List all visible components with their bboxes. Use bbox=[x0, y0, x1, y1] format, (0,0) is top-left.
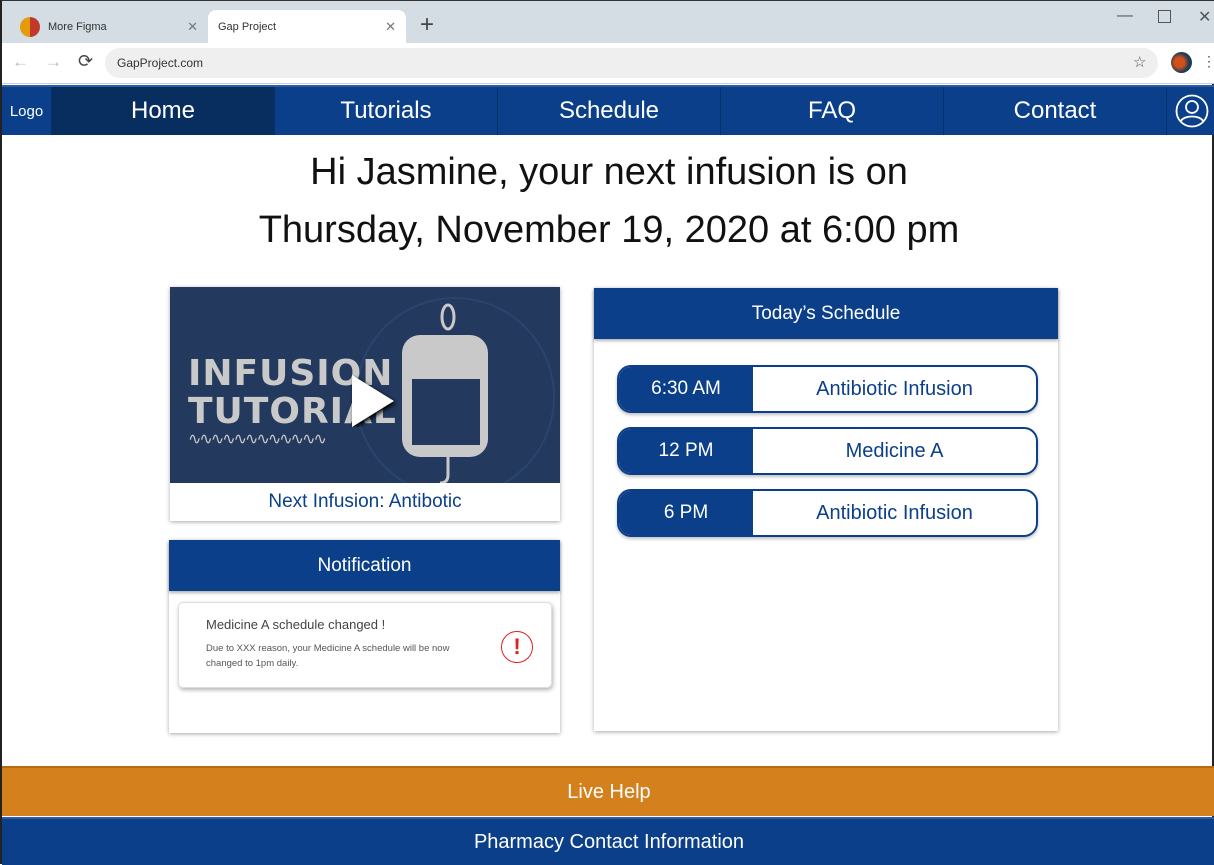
video-card[interactable]: INFUSION TUTORIAL ∿∿∿∿∿∿∿∿∿∿∿∿ Next Infus… bbox=[170, 287, 560, 521]
greeting-line-1: Hi Jasmine, your next infusion is on bbox=[310, 151, 908, 193]
main-nav: Logo Home Tutorials Schedule FAQ Contact bbox=[2, 85, 1214, 135]
notification-item[interactable]: Medicine A schedule changed ! Due to XXX… bbox=[178, 602, 552, 688]
close-tab-icon[interactable]: ✕ bbox=[385, 19, 396, 35]
tab-gap-project[interactable]: Gap Project ✕ bbox=[208, 10, 406, 43]
schedule-name: Antibiotic Infusion bbox=[816, 377, 973, 400]
url-input[interactable]: GapProject.com bbox=[105, 48, 1158, 78]
reload-icon[interactable]: ⟳ bbox=[78, 51, 93, 72]
menu-icon[interactable]: ⋮ bbox=[1202, 53, 1214, 70]
maximize-icon[interactable] bbox=[1158, 10, 1171, 23]
new-tab-icon[interactable]: + bbox=[420, 11, 434, 39]
live-help-button[interactable]: Live Help bbox=[2, 766, 1214, 816]
nav-tutorials[interactable]: Tutorials bbox=[275, 87, 498, 135]
schedule-item[interactable]: 6:30 AM Antibiotic Infusion bbox=[617, 365, 1038, 413]
pharmacy-contact-button[interactable]: Pharmacy Contact Information bbox=[2, 817, 1214, 865]
tab-label: More Figma bbox=[48, 20, 107, 33]
notification-card: Notification Medicine A schedule changed… bbox=[169, 540, 560, 733]
minimize-icon[interactable]: — bbox=[1117, 7, 1133, 25]
schedule-name: Antibiotic Infusion bbox=[816, 501, 973, 524]
back-icon[interactable]: ← bbox=[12, 52, 29, 72]
schedule-header: Today’s Schedule bbox=[594, 288, 1058, 339]
notification-item-body: Due to XXX reason, your Medicine A sched… bbox=[206, 643, 450, 669]
notification-header: Notification bbox=[169, 540, 560, 591]
forward-icon[interactable]: → bbox=[45, 52, 62, 72]
exclamation-circle-icon: ! bbox=[501, 631, 533, 663]
video-caption: Next Infusion: Antibotic bbox=[268, 491, 462, 512]
tab-more-figma[interactable]: More Figma ✕ bbox=[10, 10, 208, 43]
star-icon[interactable]: ☆ bbox=[1133, 53, 1146, 71]
schedule-item[interactable]: 6 PM Antibiotic Infusion bbox=[617, 489, 1038, 537]
user-icon[interactable] bbox=[1167, 87, 1214, 135]
iv-bag-icon bbox=[402, 303, 488, 483]
tab-label: Gap Project bbox=[218, 20, 277, 33]
profile-avatar[interactable] bbox=[1171, 52, 1192, 73]
schedule-name: Medicine A bbox=[845, 439, 944, 462]
video-thumbnail[interactable]: INFUSION TUTORIAL ∿∿∿∿∿∿∿∿∿∿∿∿ bbox=[170, 287, 560, 483]
logo[interactable]: Logo bbox=[2, 87, 52, 135]
figma-icon bbox=[20, 16, 40, 37]
schedule-time: 6 PM bbox=[619, 491, 753, 535]
nav-contact[interactable]: Contact bbox=[944, 87, 1167, 135]
schedule-time: 6:30 AM bbox=[619, 367, 753, 411]
close-tab-icon[interactable]: ✕ bbox=[187, 19, 198, 35]
nav-home[interactable]: Home bbox=[52, 87, 275, 135]
nav-faq[interactable]: FAQ bbox=[721, 87, 944, 135]
play-icon[interactable] bbox=[350, 375, 398, 427]
nav-schedule[interactable]: Schedule bbox=[498, 87, 721, 135]
greeting-line-2: Thursday, November 19, 2020 at 6:00 pm bbox=[258, 209, 960, 251]
schedule-time: 12 PM bbox=[619, 429, 753, 473]
close-window-icon[interactable]: ✕ bbox=[1198, 7, 1211, 27]
schedule-item[interactable]: 12 PM Medicine A bbox=[617, 427, 1038, 475]
notification-item-title: Medicine A schedule changed ! bbox=[206, 617, 386, 632]
